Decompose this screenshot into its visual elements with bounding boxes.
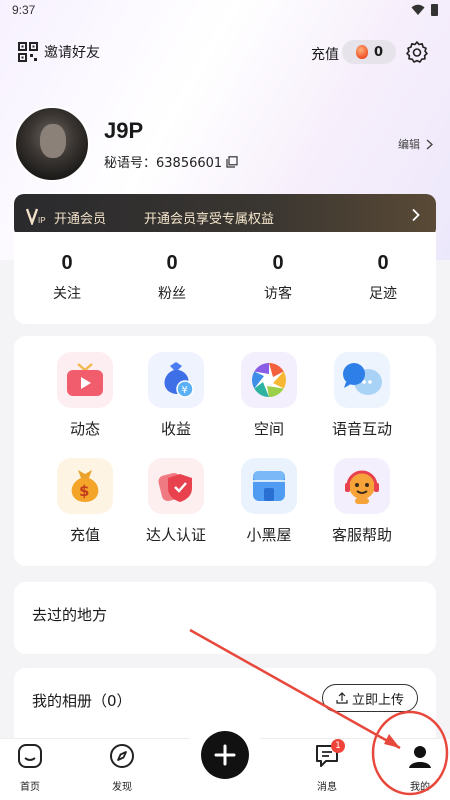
avatar[interactable] bbox=[14, 106, 90, 182]
feature-label: 达人认证 bbox=[145, 526, 206, 544]
svg-text:IP: IP bbox=[38, 216, 46, 225]
stat-label: 关注 bbox=[53, 286, 81, 302]
vip-icon: IP bbox=[26, 208, 46, 225]
status-bar: 9:37 bbox=[0, 0, 450, 22]
tab-label: 消息 bbox=[317, 782, 337, 793]
upload-button[interactable]: 立即上传 bbox=[322, 684, 418, 712]
stat-fans[interactable]: 0 粉丝 bbox=[119, 252, 225, 303]
username: J9P bbox=[104, 118, 144, 143]
feature-label: 动态 bbox=[69, 420, 100, 438]
coin-count: 0 bbox=[374, 44, 384, 60]
tab-discover[interactable]: 发现 bbox=[92, 743, 152, 793]
invite-friends-button[interactable]: 邀请好友 bbox=[18, 42, 100, 62]
gear-icon[interactable] bbox=[405, 40, 429, 64]
vip-subtitle: 开通会员享受专属权益 bbox=[144, 212, 275, 227]
shield-badge-icon bbox=[148, 458, 204, 514]
feature-label: 语音互动 bbox=[331, 420, 392, 438]
user-id-text: 秘语号：63856601 bbox=[104, 156, 223, 171]
stat-label: 粉丝 bbox=[158, 286, 186, 302]
compass-icon bbox=[110, 744, 134, 768]
top-bar: 邀请好友 充值 0 bbox=[0, 38, 450, 68]
wifi-icon bbox=[411, 4, 425, 15]
features-grid: 动态 ¥ 收益 空间 语音互动 $ 充值 达人认证 小黑屋 客服帮助 bbox=[14, 336, 436, 566]
video-tv-icon bbox=[57, 352, 113, 408]
money-bag-icon: ¥ bbox=[148, 352, 204, 408]
tab-label: 首页 bbox=[20, 782, 40, 793]
feature-expert-verify[interactable]: 达人认证 bbox=[126, 458, 226, 545]
tab-label: 我的 bbox=[410, 782, 430, 793]
stat-value: 0 bbox=[61, 252, 73, 274]
feature-label: 充值 bbox=[69, 526, 100, 544]
stat-value: 0 bbox=[166, 252, 178, 274]
chat-bubble-icon bbox=[334, 352, 390, 408]
stat-label: 足迹 bbox=[369, 286, 397, 302]
tab-me[interactable]: 我的 bbox=[390, 743, 450, 793]
qr-code-icon bbox=[18, 42, 38, 62]
stat-footprints[interactable]: 0 足迹 bbox=[330, 252, 436, 303]
feature-earnings[interactable]: ¥ 收益 bbox=[126, 352, 226, 439]
recharge-label[interactable]: 充值 bbox=[311, 44, 339, 64]
tab-home[interactable]: 首页 bbox=[0, 743, 60, 793]
feature-voice-chat[interactable]: 语音互动 bbox=[312, 352, 412, 439]
vip-title: 开通会员 bbox=[54, 212, 107, 227]
edit-profile-label: 编辑 bbox=[398, 138, 420, 151]
stat-following[interactable]: 0 关注 bbox=[14, 252, 120, 303]
create-post-button[interactable] bbox=[201, 731, 249, 779]
feature-black-room[interactable]: 小黑屋 bbox=[219, 458, 319, 545]
coin-balance[interactable]: 0 bbox=[342, 40, 396, 64]
copy-icon[interactable] bbox=[226, 155, 238, 168]
svg-text:¥: ¥ bbox=[182, 385, 188, 396]
tab-messages[interactable]: 1 消息 bbox=[297, 739, 357, 793]
stat-value: 0 bbox=[272, 252, 284, 274]
profile-icon bbox=[409, 746, 431, 768]
feature-space[interactable]: 空间 bbox=[219, 352, 319, 439]
stat-visitors[interactable]: 0 访客 bbox=[225, 252, 331, 303]
chevron-right-icon bbox=[412, 208, 420, 222]
bottom-tab-bar: 首页 发现 1 消息 我的 bbox=[0, 725, 450, 800]
svg-text:$: $ bbox=[79, 482, 89, 500]
battery-icon bbox=[431, 4, 438, 16]
unread-badge: 1 bbox=[331, 739, 345, 753]
status-icons bbox=[411, 4, 438, 16]
chevron-right-icon bbox=[426, 138, 433, 150]
store-icon bbox=[241, 458, 297, 514]
stat-label: 访客 bbox=[264, 286, 292, 302]
stats-card: 0 关注 0 粉丝 0 访客 0 足迹 bbox=[14, 232, 436, 324]
feature-label: 空间 bbox=[253, 420, 284, 438]
aperture-icon bbox=[241, 352, 297, 408]
feature-label: 客服帮助 bbox=[331, 526, 392, 544]
plus-icon bbox=[214, 744, 236, 766]
status-time: 9:37 bbox=[12, 3, 36, 17]
avatar-face bbox=[40, 124, 66, 158]
feature-label: 小黑屋 bbox=[246, 526, 292, 544]
user-id: 秘语号：63856601 bbox=[104, 152, 238, 171]
upload-icon bbox=[336, 692, 348, 704]
coin-icon bbox=[356, 45, 368, 59]
upload-label: 立即上传 bbox=[351, 692, 404, 708]
feature-dynamics[interactable]: 动态 bbox=[35, 352, 135, 439]
album-title: 我的相册（0） bbox=[32, 692, 132, 710]
edit-profile-button[interactable]: 编辑 bbox=[398, 136, 433, 152]
visited-places-card[interactable]: 去过的地方 bbox=[14, 582, 436, 654]
visited-places-title: 去过的地方 bbox=[32, 606, 108, 624]
feature-recharge[interactable]: $ 充值 bbox=[35, 458, 135, 545]
headset-mascot-icon bbox=[334, 458, 390, 514]
home-icon bbox=[18, 744, 42, 768]
invite-friends-label: 邀请好友 bbox=[44, 45, 100, 61]
tab-label: 发现 bbox=[112, 782, 132, 793]
stat-value: 0 bbox=[377, 252, 389, 274]
feature-customer-service[interactable]: 客服帮助 bbox=[312, 458, 412, 545]
coin-bag-icon: $ bbox=[57, 458, 113, 514]
feature-label: 收益 bbox=[160, 420, 191, 438]
